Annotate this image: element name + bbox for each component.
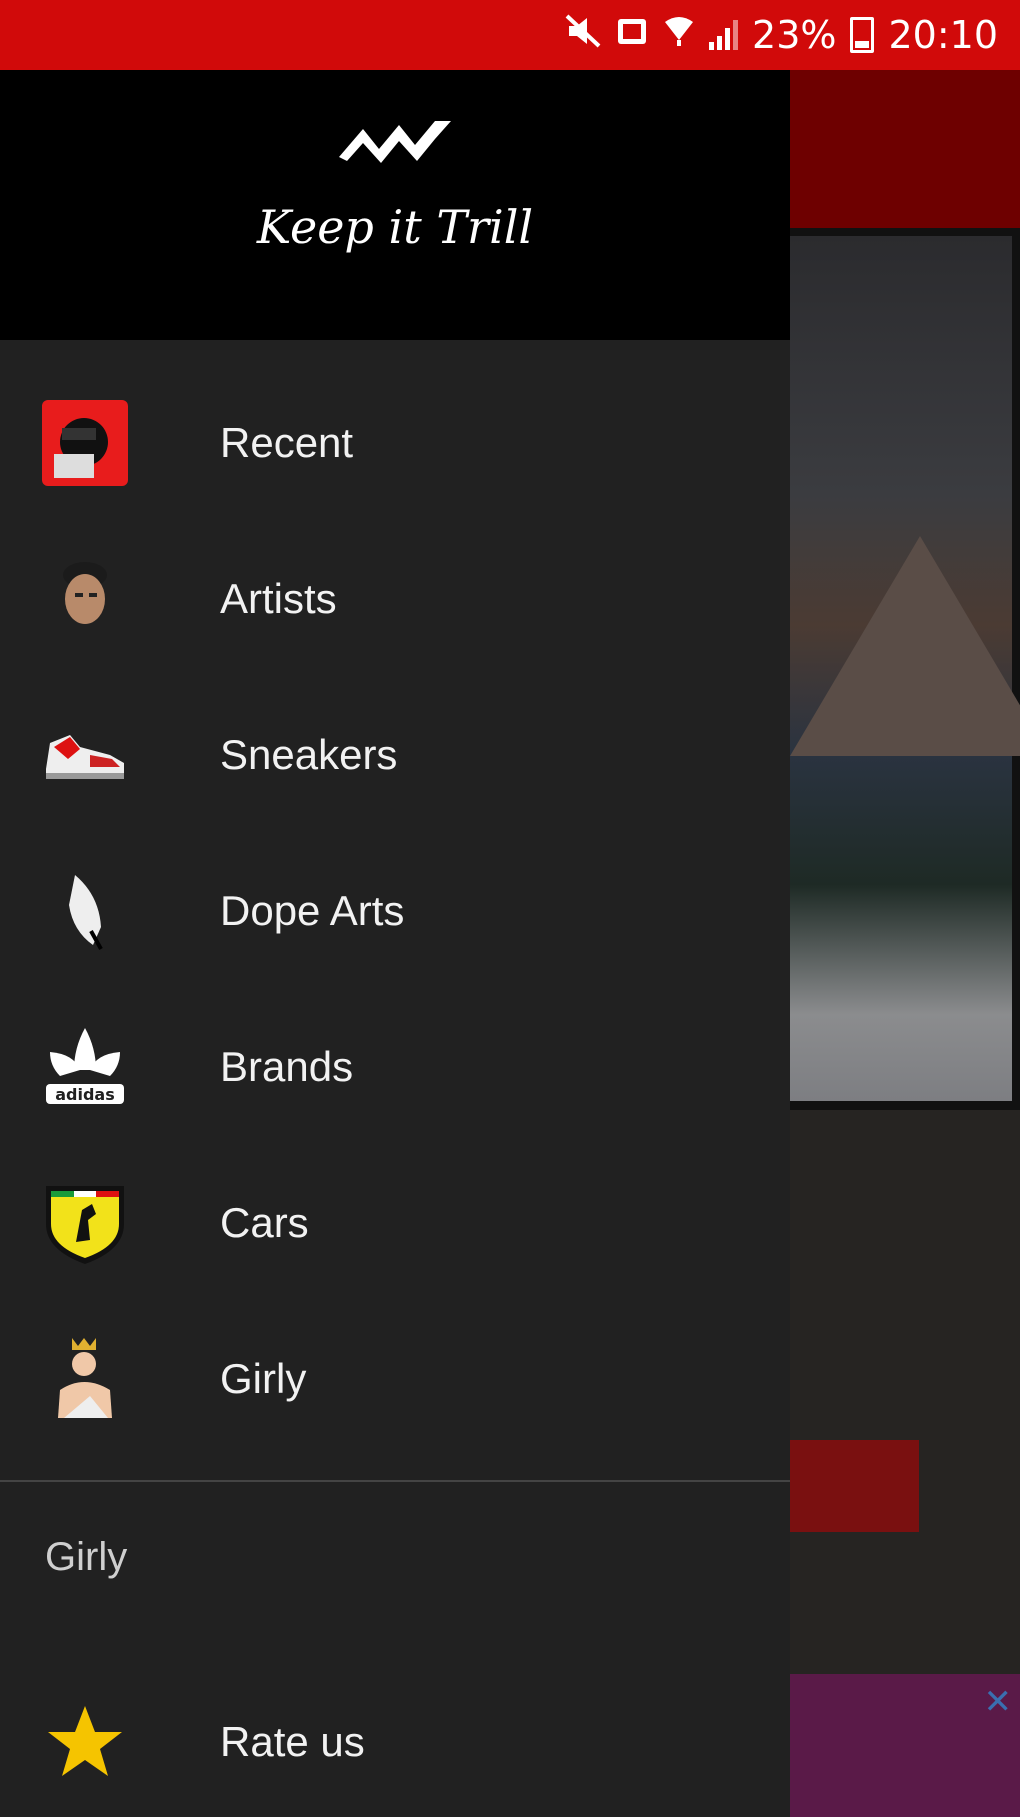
- battery-percent: 23%: [752, 13, 837, 57]
- artist-avatar-icon: [40, 554, 130, 644]
- menu-label: Cars: [220, 1199, 309, 1246]
- status-icons: 23% 20:10: [565, 0, 998, 70]
- clock: 20:10: [888, 13, 998, 57]
- mute-icon: [565, 13, 601, 57]
- status-bar: 23% 20:10: [0, 0, 1020, 70]
- menu-label: Rate us: [220, 1718, 365, 1765]
- drawer-header: Keep it Trill: [0, 70, 790, 340]
- menu-label: Sneakers: [220, 731, 398, 778]
- star-icon: [40, 1697, 130, 1787]
- background-content: ✕: [790, 70, 1020, 1817]
- menu-item-girly[interactable]: Girly: [0, 1301, 790, 1457]
- background-wallpaper-card[interactable]: [790, 236, 1020, 1101]
- menu-item-dope-arts[interactable]: Dope Arts: [0, 833, 790, 989]
- menu-item-brands[interactable]: adidas Brands: [0, 989, 790, 1145]
- sneaker-icon: [40, 710, 130, 800]
- mountain-image: [790, 536, 1020, 756]
- menu-label: Artists: [220, 575, 337, 622]
- wifi-icon: [663, 13, 695, 57]
- section-header: Girly: [45, 1535, 128, 1579]
- ad-close-icon[interactable]: ✕: [984, 1682, 1013, 1722]
- menu-label: Recent: [220, 419, 354, 466]
- signal-icon: [709, 20, 739, 50]
- navigation-drawer: Keep it Trill Recent Artists Sneakers Do…: [0, 70, 790, 1817]
- recent-avatar-icon: [40, 398, 130, 488]
- drawer-divider: [0, 1480, 790, 1482]
- ad-banner[interactable]: ✕: [790, 1674, 1020, 1817]
- ferrari-shield-icon: [40, 1178, 130, 1268]
- girly-icon: [40, 1334, 130, 1424]
- app-logo-icon: [339, 121, 451, 163]
- menu-label: Girly: [220, 1355, 307, 1402]
- adidas-logo-icon: adidas: [40, 1022, 130, 1112]
- menu-item-recent[interactable]: Recent: [0, 365, 790, 521]
- background-wallpaper-card-2[interactable]: [790, 1110, 1020, 1740]
- supreme-box-logo: [790, 1440, 919, 1532]
- battery-icon: [850, 17, 875, 53]
- menu-item-sneakers[interactable]: Sneakers: [0, 677, 790, 833]
- svg-text:adidas: adidas: [55, 1085, 115, 1104]
- menu-item-rate-us[interactable]: Rate us: [0, 1682, 790, 1802]
- menu-item-cars[interactable]: Cars: [0, 1145, 790, 1301]
- menu-label: Dope Arts: [220, 887, 405, 934]
- menu-item-artists[interactable]: Artists: [0, 521, 790, 677]
- feather-art-icon: [40, 866, 130, 956]
- drawer-title: Keep it Trill: [256, 200, 534, 254]
- alarm-icon: [615, 13, 649, 57]
- background-toolbar: [790, 70, 1020, 228]
- menu-label: Brands: [220, 1043, 354, 1090]
